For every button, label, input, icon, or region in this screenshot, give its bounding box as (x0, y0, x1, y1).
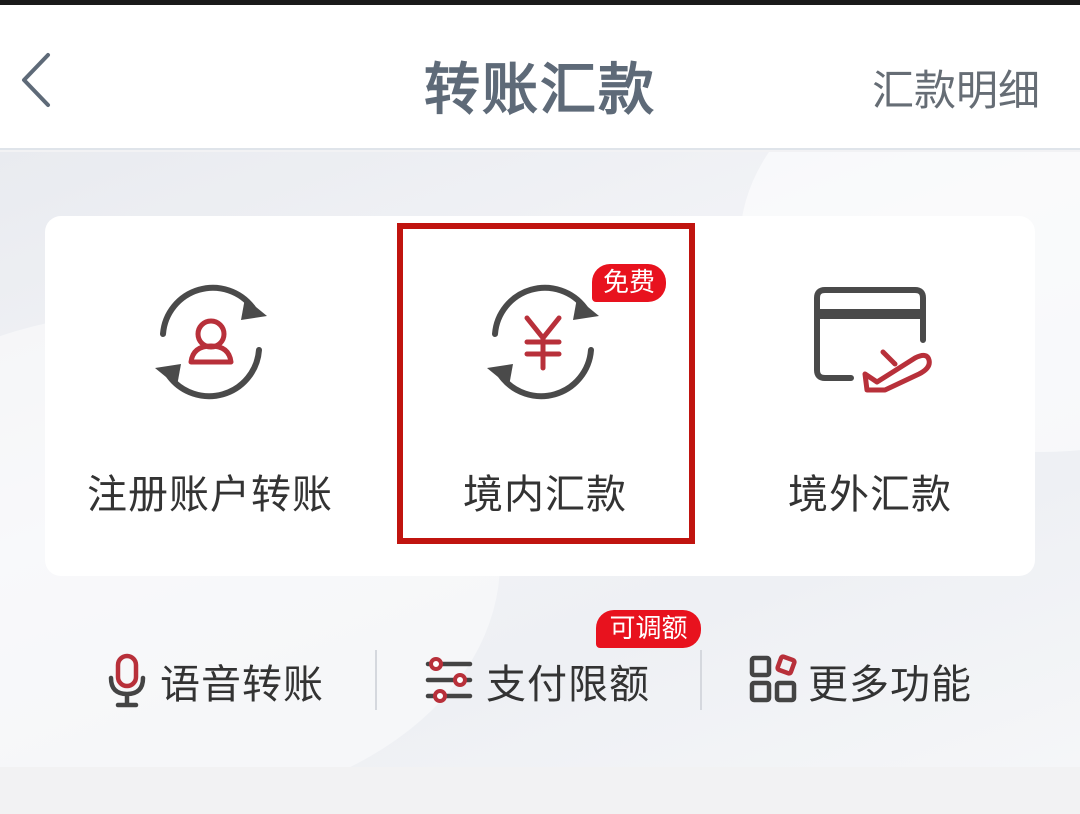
more-features-button[interactable]: 更多功能 (746, 640, 996, 720)
payment-limit-button[interactable]: 支付限额 (422, 640, 672, 720)
bottom-area (0, 767, 1080, 814)
tool-label: 支付限额 (486, 662, 650, 708)
tile-label: 注册账户转账 (87, 472, 333, 518)
tool-label: 更多功能 (808, 662, 972, 708)
quick-tools-bar: 语音转账 支付限额 更多功能 (0, 640, 1080, 720)
voice-transfer-button[interactable]: 语音转账 (100, 640, 340, 720)
divider (700, 650, 702, 710)
nav-header: 转账汇款 汇款明细 (0, 5, 1080, 150)
tile-label: 境外汇款 (788, 472, 952, 518)
tool-label: 语音转账 (160, 662, 324, 708)
remittance-details-link[interactable]: 汇款明细 (872, 57, 1040, 118)
free-badge: 免费 (592, 264, 666, 302)
tile-label: 境内汇款 (463, 472, 627, 518)
microphone-icon (108, 653, 146, 708)
registered-account-transfer-tile[interactable]: 注册账户转账 (45, 216, 375, 576)
transfer-options-card: 注册账户转账 境内汇款 境外汇款 (45, 216, 1035, 576)
card-plane-icon (814, 287, 932, 393)
sliders-icon (425, 657, 473, 703)
grid-apps-icon (749, 654, 797, 703)
overseas-remittance-tile[interactable]: 境外汇款 (705, 216, 1035, 576)
adjustable-badge: 可调额 (596, 610, 701, 648)
divider (375, 650, 377, 710)
account-transfer-icon (155, 284, 267, 400)
